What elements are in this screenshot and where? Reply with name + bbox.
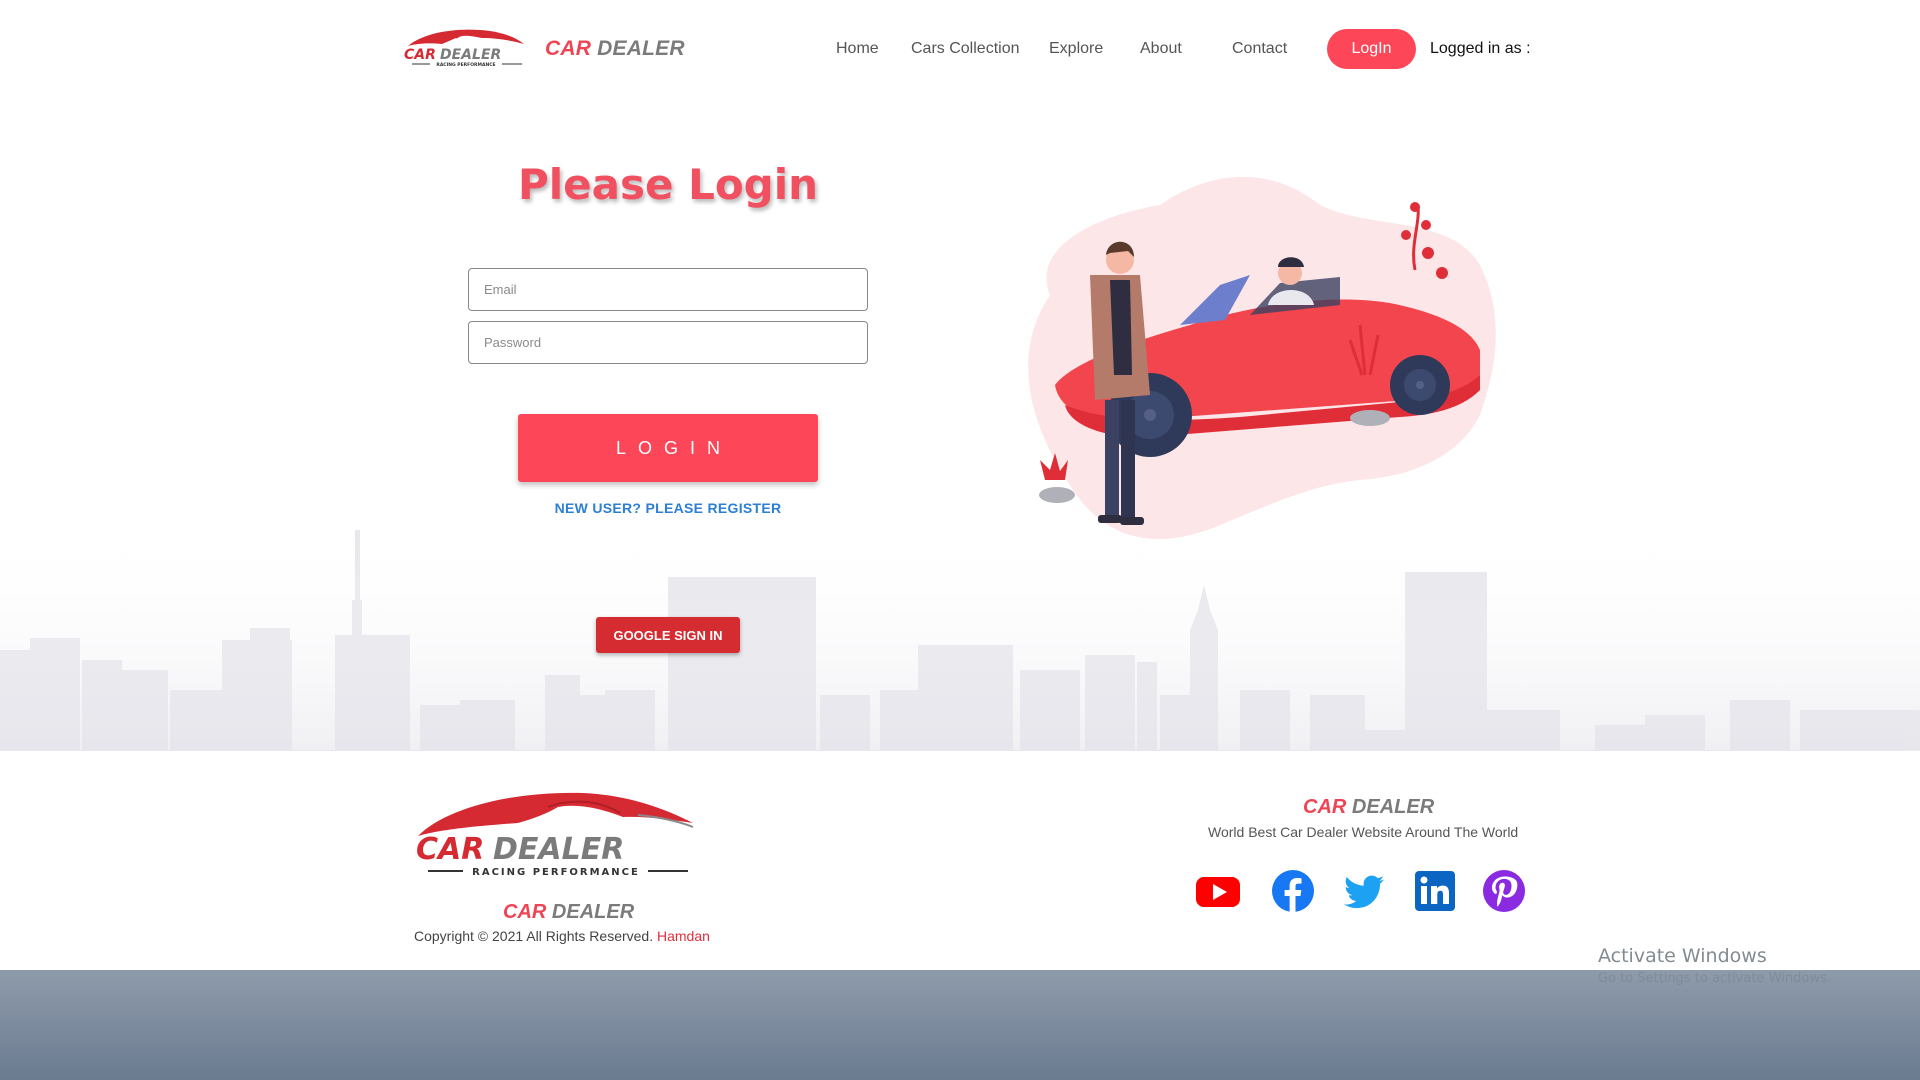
logged-in-as-label: Logged in as : [1430, 40, 1531, 57]
login-submit-button[interactable]: LOGIN [518, 414, 818, 482]
brand-car: CAR [545, 37, 592, 60]
facebook-icon[interactable] [1271, 869, 1315, 913]
pinterest-icon[interactable] [1482, 869, 1526, 913]
footer-brand-name-right: CAR DEALER [1303, 796, 1434, 819]
car-dealer-logo[interactable]: CAR DEALER RACING PERFORMANCE [402, 24, 530, 68]
nav-link-contact[interactable]: Contact [1232, 40, 1287, 58]
nav-link-about[interactable]: About [1140, 40, 1182, 58]
copyright-text: Copyright © 2021 All Rights Reserved. Ha… [414, 928, 710, 944]
nav-link-cars-collection[interactable]: Cars Collection [911, 40, 1019, 58]
logo-subtitle: RACING PERFORMANCE [436, 62, 495, 68]
activate-windows-title: Activate Windows [1598, 945, 1767, 967]
brand-name[interactable]: CAR DEALER [545, 37, 685, 61]
nav-login-button[interactable]: LogIn [1327, 29, 1416, 69]
logo-word-car: CAR [404, 47, 436, 63]
car-illustration [1028, 176, 1496, 540]
linkedin-icon[interactable] [1413, 869, 1457, 913]
password-field[interactable] [468, 321, 868, 364]
logo-word-dealer: DEALER [440, 47, 501, 63]
email-field[interactable] [468, 268, 868, 311]
bottom-gradient-bar [0, 970, 1920, 1080]
footer-logo-word-dealer: DEALER [493, 832, 624, 867]
car-dealer-logo-large[interactable]: CAR DEALER RACING PERFORMANCE [408, 781, 708, 881]
login-title: Please Login [517, 160, 819, 209]
author-link[interactable]: Hamdan [657, 928, 710, 944]
copyright-label: Copyright © 2021 All Rights Reserved. [414, 928, 654, 944]
nav-link-home[interactable]: Home [836, 40, 879, 58]
footer-brand-name: CAR DEALER [503, 901, 634, 924]
nav-link-explore[interactable]: Explore [1049, 40, 1103, 58]
activate-windows-watermark: Activate Windows Go to Settings to activ… [1598, 945, 1831, 986]
youtube-icon[interactable] [1196, 869, 1240, 913]
footer-brand-dealer: DEALER [551, 901, 635, 923]
navbar: CAR DEALER RACING PERFORMANCE CAR DEALER… [0, 0, 1920, 100]
brand-dealer: DEALER [597, 37, 685, 60]
footer-logo-subtitle: RACING PERFORMANCE [472, 867, 640, 878]
footer-brand-dealer-right: DEALER [1351, 796, 1435, 818]
footer: CAR DEALER RACING PERFORMANCE CAR DEALER… [0, 750, 1920, 970]
footer-tagline: World Best Car Dealer Website Around The… [1208, 824, 1519, 840]
city-skyline-background [0, 520, 1920, 750]
activate-windows-subtitle: Go to Settings to activate Windows. [1598, 971, 1831, 986]
footer-brand-car-right: CAR [1303, 796, 1347, 818]
register-link[interactable]: NEW USER? PLEASE REGISTER [468, 500, 868, 516]
footer-logo-word-car: CAR [416, 832, 484, 867]
twitter-icon[interactable] [1342, 869, 1386, 913]
footer-brand-car: CAR [503, 901, 547, 923]
google-sign-in-button[interactable]: GOOGLE SIGN IN [596, 617, 740, 653]
